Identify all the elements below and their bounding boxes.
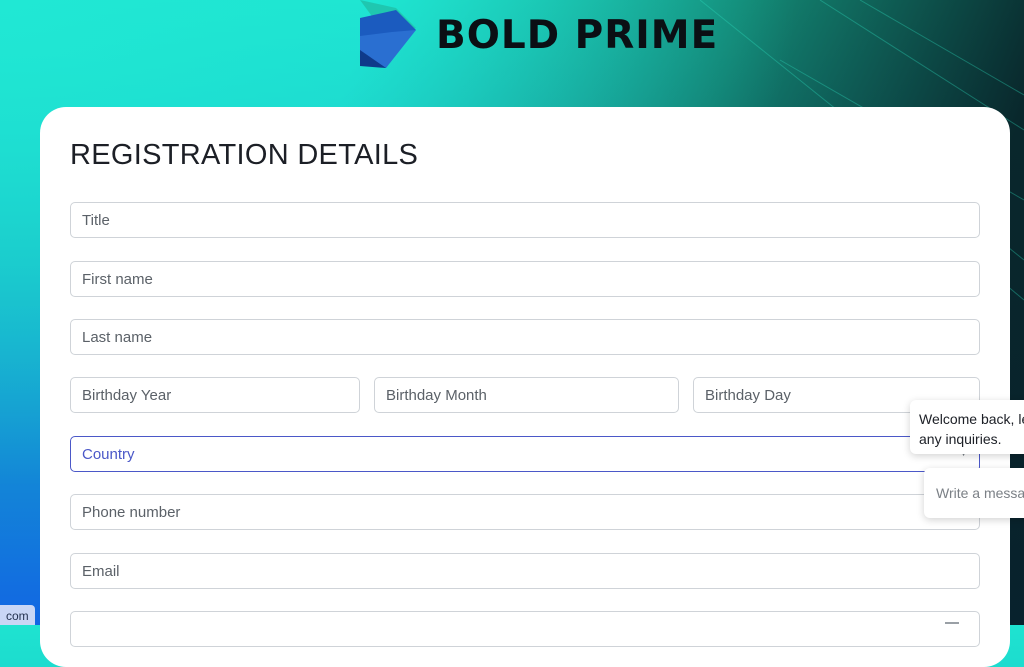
country-select[interactable]: Country ▼ — [70, 436, 980, 472]
last-name-field[interactable]: Last name — [70, 319, 980, 355]
phone-number-label: Phone number — [82, 503, 181, 521]
page-title: REGISTRATION DETAILS — [70, 139, 419, 171]
phone-number-field[interactable]: Phone number — [70, 494, 980, 530]
title-field[interactable]: Title — [70, 202, 980, 238]
registration-card: REGISTRATION DETAILS Title First name La… — [40, 107, 1010, 667]
email-field[interactable]: Email — [70, 553, 980, 589]
eye-icon[interactable] — [945, 622, 959, 634]
chat-input-placeholder: Write a messa — [936, 485, 1024, 501]
site-header: BOLD PRIME — [356, 0, 718, 70]
chat-message-input[interactable]: Write a messa — [924, 468, 1024, 518]
birthday-month-field[interactable]: Birthday Month — [374, 377, 679, 413]
birthday-day-label: Birthday Day — [705, 386, 791, 404]
bold-prime-logo-icon[interactable] — [356, 0, 422, 70]
first-name-label: First name — [82, 270, 153, 288]
brand-name[interactable]: BOLD PRIME — [436, 13, 718, 58]
title-field-label: Title — [82, 211, 110, 229]
first-name-field[interactable]: First name — [70, 261, 980, 297]
country-label: Country — [82, 445, 135, 463]
email-label: Email — [82, 562, 120, 580]
chat-greeting-bubble[interactable]: Welcome back, le any inquiries. — [910, 400, 1024, 454]
status-url: com — [0, 605, 35, 625]
chat-greeting-text: Welcome back, le any inquiries. — [919, 411, 1024, 447]
password-field[interactable] — [70, 611, 980, 647]
last-name-label: Last name — [82, 328, 153, 346]
birthday-year-field[interactable]: Birthday Year — [70, 377, 360, 413]
birthday-month-label: Birthday Month — [386, 386, 487, 404]
birthday-year-label: Birthday Year — [82, 386, 172, 404]
